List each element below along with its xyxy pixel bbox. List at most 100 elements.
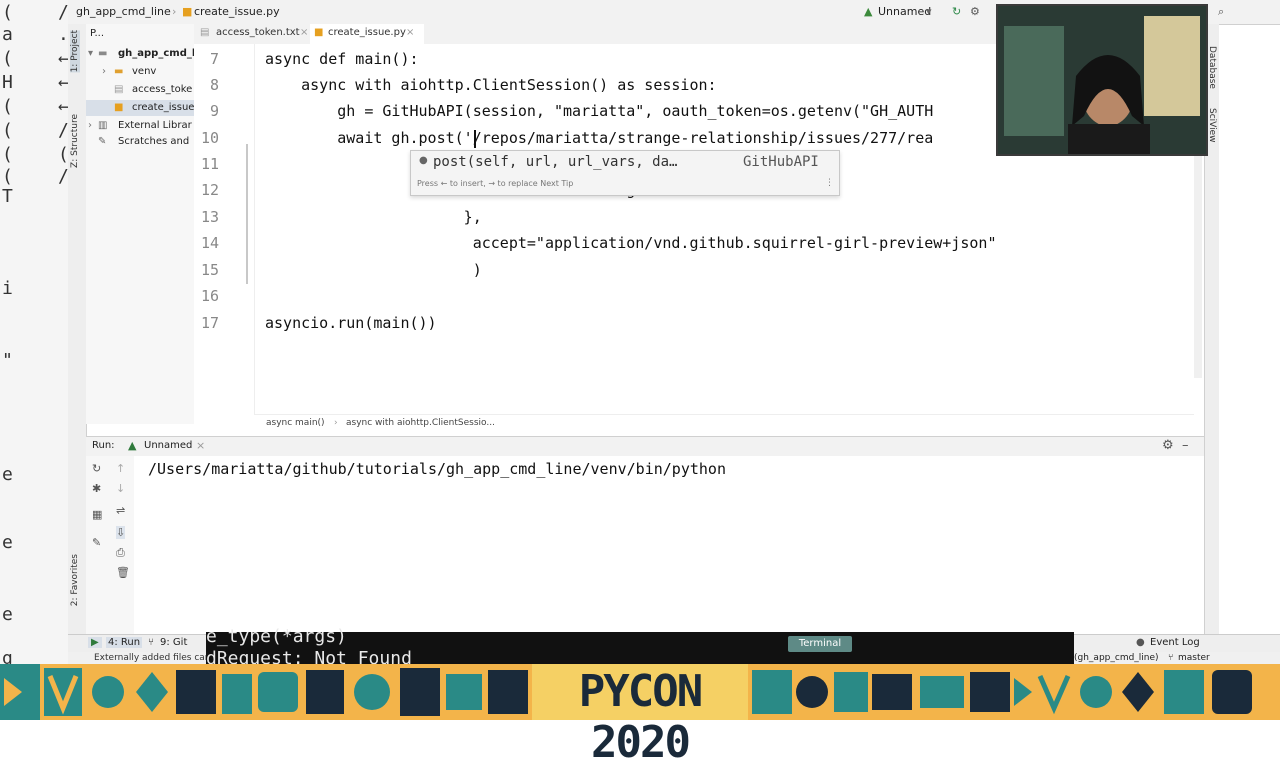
print-icon[interactable]: ⎙	[116, 546, 125, 560]
close-icon[interactable]: ×	[406, 27, 414, 38]
git-icon: ⑂	[148, 637, 154, 648]
breadcrumb-session[interactable]: async with aiohttp.ClientSessio...	[346, 418, 495, 428]
terminal-char: (	[2, 48, 13, 69]
tree-item-scratches[interactable]: Scratches and	[118, 136, 189, 147]
popup-hint[interactable]: Press ← to insert, → to replace Next Tip	[417, 179, 573, 188]
line-number: 9	[209, 102, 219, 120]
tab-access-token[interactable]: access_token.txt	[216, 27, 300, 38]
terminal-tooltip[interactable]: Terminal	[788, 636, 852, 652]
status-branch[interactable]: master	[1178, 653, 1210, 663]
run-label: Run:	[92, 440, 115, 451]
search-icon[interactable]: ⌕	[1218, 5, 1224, 19]
code-line[interactable]: async def main():	[265, 50, 419, 68]
play-icon: ▶	[88, 637, 102, 648]
tree-item-project[interactable]: gh_app_cmd_li	[118, 48, 199, 59]
text-cursor	[474, 130, 476, 148]
line-number: 8	[209, 76, 219, 94]
tool-sciview[interactable]: SciView	[1207, 108, 1217, 143]
tab-git[interactable]: 9: Git	[160, 637, 187, 648]
debug-icon[interactable]: ⚙	[970, 5, 980, 18]
line-number: 12	[200, 181, 219, 199]
tab-run[interactable]: 4: Run	[106, 637, 143, 648]
tree-item-venv[interactable]: venv	[132, 66, 156, 77]
refresh-icon[interactable]: ↻	[952, 5, 961, 18]
file-icon: ▤	[114, 84, 124, 95]
code-line[interactable]: accept="application/vnd.github.squirrel-…	[265, 234, 997, 252]
scroll-to-end-icon[interactable]: ⇩	[116, 526, 126, 539]
library-icon: ▥	[98, 120, 108, 131]
terminal-char: H	[2, 72, 13, 93]
nav-file-name[interactable]: create_issue.py	[194, 5, 280, 18]
chevron-down-icon[interactable]: ▾	[926, 5, 932, 18]
tree-item-create-issue[interactable]: create_issue	[132, 102, 194, 113]
code-line[interactable]: asyncio.run(main())	[265, 314, 437, 332]
indent-guide	[246, 144, 248, 284]
minimize-icon[interactable]: –	[1182, 438, 1189, 453]
line-number: 16	[200, 287, 219, 305]
chevron-down-icon[interactable]: ▾	[88, 48, 93, 59]
terminal-char: i	[2, 278, 13, 299]
tool-database[interactable]: Database	[1207, 46, 1217, 89]
webcam-image	[998, 6, 1206, 154]
more-icon[interactable]: ⋮	[825, 178, 834, 188]
popup-signature: post(self, url, url_vars, da…	[433, 154, 678, 170]
nav-project-name[interactable]: gh_app_cmd_line	[76, 5, 171, 18]
webcam-video	[996, 4, 1208, 156]
line-number: 11	[200, 155, 219, 173]
chevron-right-icon[interactable]: ›	[102, 66, 106, 77]
python-file-icon: ■	[314, 27, 324, 38]
trash-icon[interactable]: 🗑	[116, 566, 130, 579]
code-line[interactable]: await gh.post('/repos/mariatta/strange-r…	[265, 129, 933, 147]
wrap-icon[interactable]: ⇌	[116, 504, 125, 517]
pin-icon[interactable]: ✎	[92, 536, 101, 549]
project-panel-header[interactable]: P...	[90, 28, 104, 39]
tool-favorites[interactable]: 2: Favorites	[70, 554, 80, 606]
nav-separator: ›	[172, 5, 177, 18]
rerun-icon[interactable]: ↻	[92, 462, 101, 475]
terminal-char: e	[2, 604, 13, 625]
close-icon[interactable]: ×	[196, 439, 205, 452]
close-icon[interactable]: ×	[300, 27, 308, 38]
file-icon: ▤	[200, 27, 210, 38]
git-branch-icon: ⑂	[1168, 653, 1174, 663]
run-output[interactable]: /Users/mariatta/github/tutorials/gh_app_…	[134, 456, 1206, 634]
arrow-down-icon[interactable]: ↓	[116, 482, 125, 495]
run-tab-unnamed[interactable]: Unnamed	[144, 440, 192, 451]
tool-project[interactable]: 1: Project	[70, 30, 80, 73]
terminal-char: (	[2, 144, 13, 165]
tree-item-external-libraries[interactable]: External Librar	[118, 120, 192, 131]
line-number: 10	[200, 129, 219, 147]
event-log[interactable]: Event Log	[1150, 637, 1200, 648]
event-log-icon: ●	[1136, 637, 1145, 648]
background-terminal: ( a ( H ( ( ( ( T i " e e e g / . ← ← ← …	[0, 0, 69, 669]
layout-icon[interactable]: ▦	[92, 508, 102, 521]
code-line[interactable]: gh = GitHubAPI(session, "mariatta", oaut…	[265, 102, 933, 120]
python-file-icon: ■	[182, 5, 193, 18]
arrow-up-icon[interactable]: ↑	[116, 462, 125, 475]
code-line[interactable]: async with aiohttp.ClientSession() as se…	[265, 76, 716, 94]
tree-item-access-token[interactable]: access_toke	[132, 84, 192, 95]
status-branch-info[interactable]: (gh_app_cmd_line)	[1074, 653, 1159, 663]
tab-create-issue[interactable]: create_issue.py	[328, 27, 406, 38]
line-number: 15	[200, 261, 219, 279]
folder-icon: ▬	[98, 48, 108, 59]
debug-icon[interactable]: ✱	[92, 482, 101, 495]
terminal-char: T	[2, 186, 13, 207]
run-config-icon: ▲	[864, 5, 873, 18]
code-line[interactable]: },	[265, 208, 482, 226]
breadcrumb-main[interactable]: async main()	[266, 418, 325, 428]
run-side-toolbar: ↻ ✱ ▦ ✎	[86, 456, 111, 634]
terminal-char: (	[2, 96, 13, 117]
tool-structure[interactable]: Z: Structure	[70, 114, 80, 168]
gear-icon[interactable]: ⚙	[1162, 438, 1174, 453]
chevron-right-icon[interactable]: ›	[88, 120, 92, 131]
project-panel: P... ▾ ▬ gh_app_cmd_li › ▬ venv ▤ access…	[86, 24, 199, 424]
status-message[interactable]: Externally added files can	[94, 653, 211, 663]
breadcrumb-separator: ›	[334, 418, 338, 428]
python-file-icon: ■	[114, 102, 124, 113]
pycon-logo-text: PYCON 2020	[578, 666, 703, 768]
parameter-info-popup: ● post(self, url, url_vars, da… GitHubAP…	[410, 150, 840, 196]
code-line[interactable]: )	[265, 261, 482, 279]
terminal-char: (	[2, 166, 13, 187]
run-config-select[interactable]: Unnamed	[878, 5, 931, 18]
